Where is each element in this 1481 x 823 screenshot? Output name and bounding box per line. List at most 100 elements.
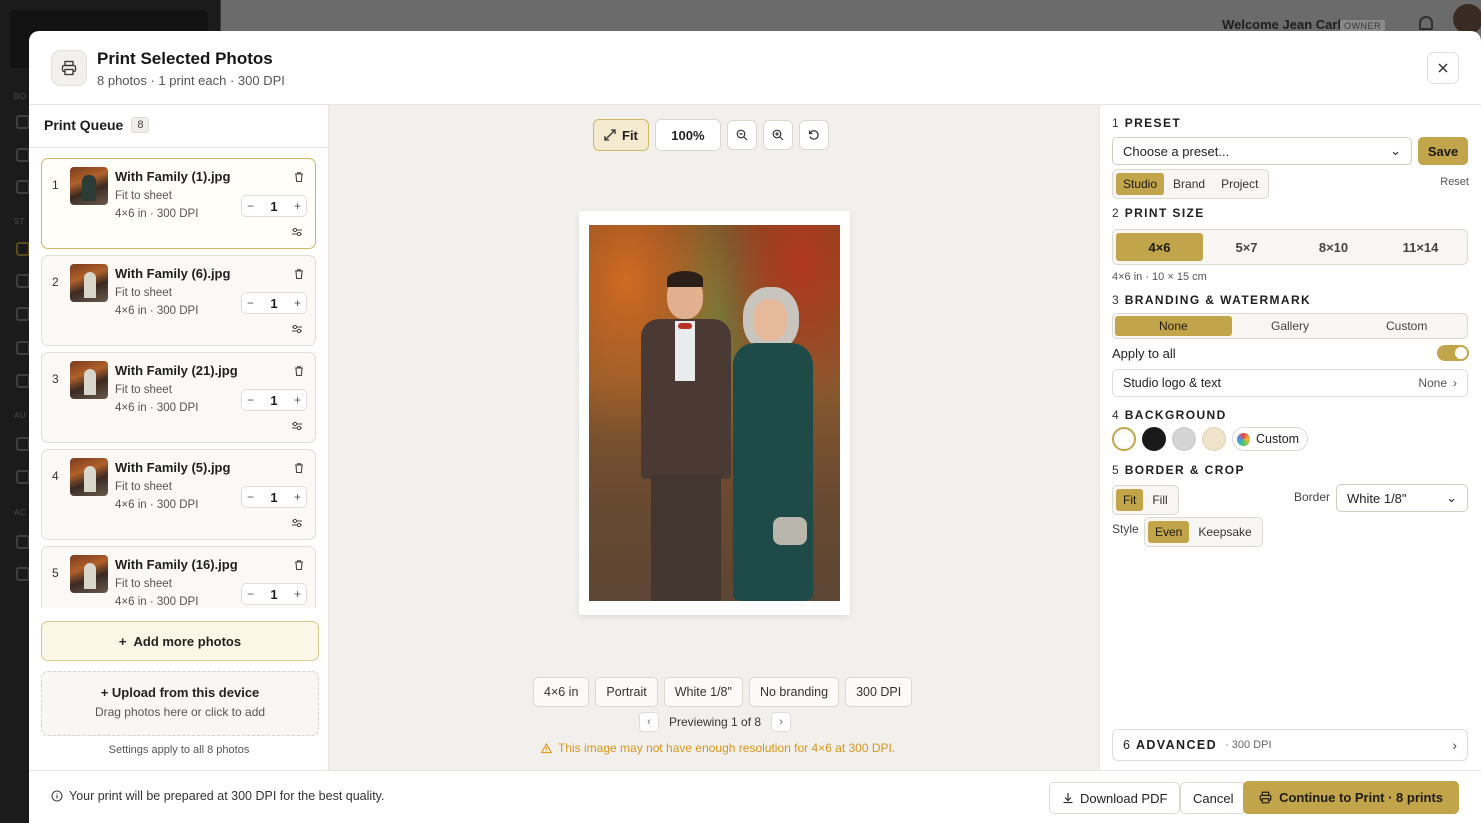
trash-icon[interactable] (293, 268, 305, 280)
size-option-8x10[interactable]: 8×10 (1290, 233, 1377, 261)
expand-icon (604, 129, 616, 141)
style-option-keepsake[interactable]: Keepsake (1191, 521, 1258, 543)
continue-to-print-button[interactable]: Continue to Print · 8 prints (1243, 781, 1459, 814)
style-option-even[interactable]: Even (1148, 521, 1190, 543)
upload-subtitle: Drag photos here or click to add (94, 705, 266, 719)
section-number: 6 (1123, 738, 1130, 752)
modal-subtitle: 8 photos · 1 print each · 300 DPI (97, 73, 285, 88)
tab-brand[interactable]: Brand (1166, 173, 1212, 195)
quantity-stepper[interactable]: − 1 + (241, 195, 307, 217)
border-select[interactable]: White 1/8" ⌄ (1336, 484, 1468, 512)
trash-icon[interactable] (293, 462, 305, 474)
queue-list[interactable]: 1 With Family (1).jpg Fit to sheet 4×6 i… (41, 158, 316, 608)
plus-icon[interactable]: + (294, 296, 301, 310)
bolt-icon (16, 437, 30, 451)
queue-item[interactable]: 2 With Family (6).jpg Fit to sheet 4×6 i… (41, 255, 316, 346)
rotate-button[interactable] (798, 120, 829, 150)
tab-studio[interactable]: Studio (1116, 173, 1165, 195)
quantity-stepper[interactable]: − 1 + (241, 292, 307, 314)
adjustments-icon[interactable] (291, 420, 303, 432)
reset-link[interactable]: Reset (1440, 176, 1469, 188)
crop-option-fill[interactable]: Fill (1145, 489, 1174, 511)
zoom-in-icon (772, 129, 784, 141)
trash-icon[interactable] (293, 365, 305, 377)
modal-title: Print Selected Photos (97, 49, 273, 68)
queue-item-fit: Fit to sheet (115, 578, 172, 590)
minus-icon[interactable]: − (247, 490, 254, 504)
photo-thumbnail (70, 361, 108, 399)
minus-icon[interactable]: − (247, 393, 254, 407)
zoom-in-button[interactable] (762, 120, 793, 150)
print-size-section-title: 2 PRINT SIZE (1112, 206, 1205, 220)
warning-text: This image may not have enough resolutio… (558, 741, 896, 755)
crop-option-fit[interactable]: Fit (1116, 489, 1144, 511)
swatch-gray[interactable] (1172, 427, 1196, 451)
photo-subject (721, 287, 821, 601)
trash-icon[interactable] (293, 171, 305, 183)
queue-item[interactable]: 3 With Family (21).jpg Fit to sheet 4×6 … (41, 352, 316, 443)
orientation-chip: Portrait (595, 677, 658, 707)
size-option-11x14[interactable]: 11×14 (1377, 233, 1464, 261)
zoom-out-button[interactable] (726, 120, 757, 150)
size-option-4x6[interactable]: 4×6 (1116, 233, 1203, 261)
close-button[interactable] (1427, 52, 1459, 84)
queue-item[interactable]: 5 With Family (16).jpg Fit to sheet 4×6 … (41, 546, 316, 608)
minus-icon[interactable]: − (247, 587, 254, 601)
trash-icon[interactable] (293, 559, 305, 571)
plus-icon[interactable]: + (294, 587, 301, 601)
swatch-white[interactable] (1112, 427, 1136, 451)
preset-select[interactable]: Choose a preset... ⌄ (1112, 137, 1412, 165)
adjustments-icon[interactable] (291, 323, 303, 335)
plus-icon[interactable]: + (294, 490, 301, 504)
photo-thumbnail (70, 167, 108, 205)
close-icon (1438, 63, 1448, 73)
next-button[interactable]: › (771, 712, 792, 732)
branding-section-title: 3 BRANDING & WATERMARK (1112, 293, 1311, 307)
studio-logo-row[interactable]: Studio logo & text None › (1112, 369, 1468, 397)
section-number: 2 (1112, 206, 1119, 220)
download-pdf-button[interactable]: Download PDF (1049, 782, 1181, 814)
swatch-black[interactable] (1142, 427, 1166, 451)
tab-project[interactable]: Project (1214, 173, 1265, 195)
section-label: ADVANCED (1135, 738, 1218, 752)
photo-thumbnail (70, 264, 108, 302)
adjustments-icon[interactable] (291, 226, 303, 238)
swatch-cream[interactable] (1202, 427, 1226, 451)
previous-button[interactable]: ‹ (639, 712, 659, 732)
quantity-stepper[interactable]: − 1 + (241, 486, 307, 508)
cancel-button[interactable]: Cancel (1180, 782, 1247, 814)
queue-item-meta: 4×6 in · 300 DPI (115, 208, 199, 220)
section-label: BACKGROUND (1124, 408, 1227, 422)
apply-to-all-toggle[interactable] (1437, 345, 1469, 361)
settings-note: Settings apply to all 8 photos (108, 744, 250, 756)
upload-dropzone[interactable]: + Upload from this device Drag photos he… (41, 671, 319, 736)
advanced-section-toggle[interactable]: 6 ADVANCED · 300 DPI › (1112, 729, 1468, 761)
save-preset-button[interactable]: Save (1418, 137, 1468, 165)
custom-color-button[interactable]: Custom (1232, 427, 1309, 451)
branding-option-gallery[interactable]: Gallery (1232, 316, 1349, 336)
size-option-5x7[interactable]: 5×7 (1203, 233, 1290, 261)
quantity-stepper[interactable]: − 1 + (241, 583, 307, 605)
add-more-photos-button[interactable]: + Add more photos (41, 621, 319, 661)
queue-item[interactable]: 1 With Family (1).jpg Fit to sheet 4×6 i… (41, 158, 316, 249)
minus-icon[interactable]: − (247, 199, 254, 213)
fit-button[interactable]: Fit (593, 119, 649, 151)
photo-thumbnail (70, 458, 108, 496)
adjustments-icon[interactable] (291, 517, 303, 529)
upload-title-label: Upload from this device (111, 685, 260, 700)
queue-item-meta: 4×6 in · 300 DPI (115, 596, 199, 608)
plus-icon[interactable]: + (294, 199, 301, 213)
settings-panel: 1 PRESET Choose a preset... ⌄ Save Studio… (1099, 105, 1481, 770)
section-number: 3 (1112, 293, 1119, 307)
zoom-level[interactable]: 100% (654, 119, 721, 151)
modal-footer: Your print will be prepared at 300 DPI f… (29, 770, 1481, 823)
branding-option-none[interactable]: None (1115, 316, 1232, 336)
quantity-stepper[interactable]: − 1 + (241, 389, 307, 411)
minus-icon[interactable]: − (247, 296, 254, 310)
style-options: Even Keepsake (1144, 517, 1263, 547)
branding-option-custom[interactable]: Custom (1348, 316, 1465, 336)
plus-icon[interactable]: + (294, 393, 301, 407)
store-icon (16, 341, 30, 355)
queue-item[interactable]: 4 With Family (5).jpg Fit to sheet 4×6 i… (41, 449, 316, 540)
branding-options: None Gallery Custom (1112, 313, 1468, 339)
